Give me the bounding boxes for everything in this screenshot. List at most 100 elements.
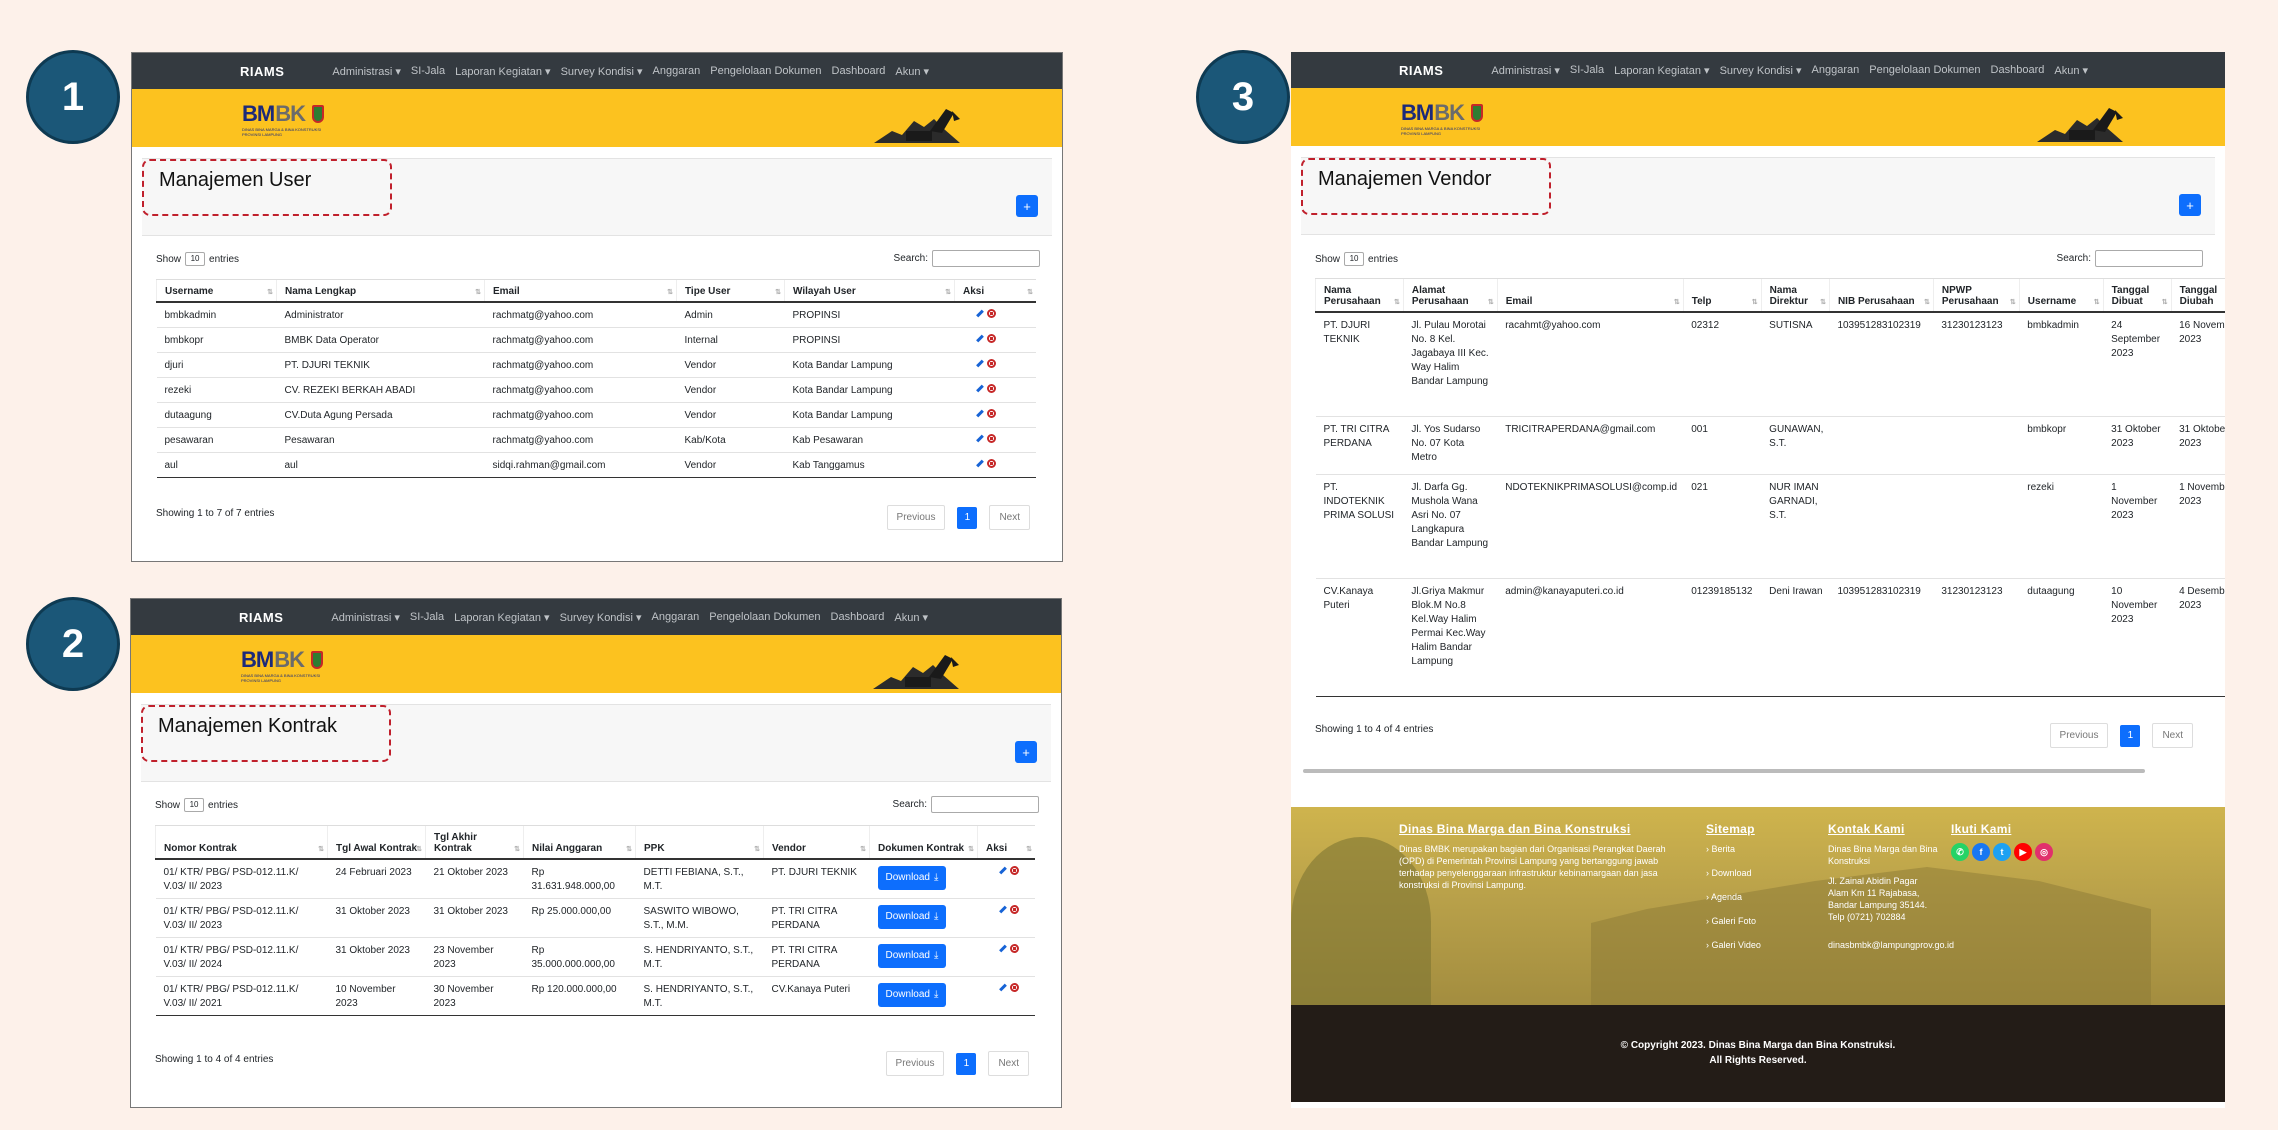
col-dokumen-kontrak[interactable]: Dokumen Kontrak ⇅ — [869, 825, 978, 860]
next-button[interactable]: Next — [989, 505, 1030, 530]
nav-administrasi[interactable]: Administrasi ▾ — [332, 65, 400, 78]
nav-dashboard[interactable]: Dashboard — [832, 65, 886, 77]
delete-icon[interactable] — [1009, 944, 1019, 953]
nav-si-jala[interactable]: SI-Jala — [410, 611, 444, 623]
nav-brand[interactable]: RIAMS — [240, 64, 284, 79]
nav-si-jala[interactable]: SI-Jala — [1570, 64, 1604, 76]
nav-akun[interactable]: Akun ▾ — [895, 65, 929, 78]
nav-laporan-kegiatan[interactable]: Laporan Kegiatan ▾ — [1614, 64, 1709, 77]
instagram-icon[interactable]: ◎ — [2035, 843, 2053, 861]
sitemap-link-galeri-video[interactable]: › Galeri Video — [1706, 939, 1806, 951]
col-alamat-perusahaan[interactable]: Alamat Perusahaan ⇅ — [1402, 278, 1498, 313]
nav-pengelolaan-dokumen[interactable]: Pengelolaan Dokumen — [709, 611, 820, 623]
sitemap-link-agenda[interactable]: › Agenda — [1706, 891, 1806, 903]
entries-select[interactable]: 10 — [185, 252, 206, 266]
sitemap-link-galeri-foto[interactable]: › Galeri Foto — [1706, 915, 1806, 927]
edit-icon[interactable] — [975, 434, 984, 443]
download-button[interactable]: Download ⤓ — [877, 905, 947, 929]
nav-dashboard[interactable]: Dashboard — [831, 611, 885, 623]
edit-icon[interactable] — [975, 359, 984, 368]
col-username[interactable]: Username ⇅ — [156, 279, 277, 303]
vendor-table-scroll[interactable]: Nama Perusahaan ⇅ Alamat Perusahaan ⇅ Emai… — [1315, 278, 2225, 764]
delete-icon[interactable] — [986, 384, 996, 393]
nav-brand[interactable]: RIAMS — [1399, 63, 1443, 78]
download-button[interactable]: Download ⤓ — [877, 944, 947, 968]
col-nama-perusahaan[interactable]: Nama Perusahaan ⇅ — [1315, 278, 1404, 313]
edit-icon[interactable] — [998, 866, 1007, 875]
edit-icon[interactable] — [975, 409, 984, 418]
previous-button[interactable]: Previous — [885, 1051, 945, 1076]
youtube-icon[interactable]: ▶ — [2014, 843, 2032, 861]
sitemap-link-berita[interactable]: › Berita — [1706, 843, 1806, 855]
edit-icon[interactable] — [975, 309, 984, 318]
col-tipe-user[interactable]: Tipe User ⇅ — [676, 279, 785, 303]
edit-icon[interactable] — [998, 983, 1007, 992]
delete-icon[interactable] — [1009, 905, 1019, 914]
nav-brand[interactable]: RIAMS — [239, 610, 283, 625]
add-user-button[interactable]: + — [1016, 195, 1038, 217]
delete-icon[interactable] — [986, 459, 996, 468]
entries-select[interactable]: 10 — [184, 798, 205, 812]
nav-anggaran[interactable]: Anggaran — [1812, 64, 1860, 76]
facebook-icon[interactable]: f — [1972, 843, 1990, 861]
nav-dashboard[interactable]: Dashboard — [1991, 64, 2045, 76]
col-nama-lengkap[interactable]: Nama Lengkap ⇅ — [276, 279, 485, 303]
previous-button[interactable]: Previous — [2049, 723, 2109, 748]
nav-survey-kondisi[interactable]: Survey Kondisi ▾ — [560, 611, 642, 624]
col-tgl-awal[interactable]: Tgl Awal Kontrak ⇅ — [327, 825, 426, 860]
horizontal-scrollbar[interactable] — [1303, 769, 2145, 773]
download-button[interactable]: Download ⤓ — [877, 866, 947, 890]
edit-icon[interactable] — [975, 384, 984, 393]
page-1-button[interactable]: 1 — [956, 1052, 977, 1075]
next-button[interactable]: Next — [2152, 723, 2193, 748]
col-username[interactable]: Username ⇅ — [2018, 278, 2104, 313]
delete-icon[interactable] — [1009, 866, 1019, 875]
nav-anggaran[interactable]: Anggaran — [653, 65, 701, 77]
whatsapp-icon[interactable]: ✆ — [1951, 843, 1969, 861]
col-nilai-anggaran[interactable]: Nilai Anggaran ⇅ — [523, 825, 636, 860]
page-1-button[interactable]: 1 — [2120, 724, 2141, 747]
col-tanggal-dibuat[interactable]: Tanggal Dibuat ⇅ — [2102, 278, 2172, 313]
sitemap-link-download[interactable]: › Download — [1706, 867, 1806, 879]
nav-si-jala[interactable]: SI-Jala — [411, 65, 445, 77]
col-npwp-perusahaan[interactable]: NPWP Perusahaan ⇅ — [1932, 278, 2020, 313]
nav-pengelolaan-dokumen[interactable]: Pengelolaan Dokumen — [710, 65, 821, 77]
col-nib-perusahaan[interactable]: NIB Perusahaan ⇅ — [1828, 278, 1934, 313]
col-vendor[interactable]: Vendor ⇅ — [763, 825, 870, 860]
entries-select[interactable]: 10 — [1344, 252, 1365, 266]
nav-administrasi[interactable]: Administrasi ▾ — [1491, 64, 1559, 77]
delete-icon[interactable] — [986, 409, 996, 418]
download-button[interactable]: Download ⤓ — [877, 983, 947, 1007]
delete-icon[interactable] — [1009, 983, 1019, 992]
col-tgl-akhir[interactable]: Tgl Akhir Kontrak ⇅ — [425, 825, 524, 860]
search-input[interactable] — [931, 796, 1039, 813]
col-ppk[interactable]: PPK ⇅ — [635, 825, 764, 860]
delete-icon[interactable] — [986, 309, 996, 318]
nav-pengelolaan-dokumen[interactable]: Pengelolaan Dokumen — [1869, 64, 1980, 76]
nav-akun[interactable]: Akun ▾ — [2054, 64, 2088, 77]
previous-button[interactable]: Previous — [886, 505, 946, 530]
col-telp[interactable]: Telp ⇅ — [1682, 278, 1762, 313]
col-aksi[interactable]: Aksi ⇅ — [954, 279, 1036, 303]
search-input[interactable] — [932, 250, 1040, 267]
col-email[interactable]: Email ⇅ — [484, 279, 677, 303]
edit-icon[interactable] — [998, 944, 1007, 953]
edit-icon[interactable] — [975, 334, 984, 343]
search-input[interactable] — [2095, 250, 2203, 267]
nav-akun[interactable]: Akun ▾ — [894, 611, 928, 624]
delete-icon[interactable] — [986, 434, 996, 443]
col-email[interactable]: Email ⇅ — [1496, 278, 1684, 313]
add-contract-button[interactable]: + — [1015, 741, 1037, 763]
col-nomor-kontrak[interactable]: Nomor Kontrak ⇅ — [155, 825, 328, 860]
nav-administrasi[interactable]: Administrasi ▾ — [331, 611, 399, 624]
delete-icon[interactable] — [986, 359, 996, 368]
col-aksi[interactable]: Aksi ⇅ — [977, 825, 1035, 860]
delete-icon[interactable] — [986, 334, 996, 343]
next-button[interactable]: Next — [988, 1051, 1029, 1076]
add-vendor-button[interactable]: + — [2179, 194, 2201, 216]
nav-laporan-kegiatan[interactable]: Laporan Kegiatan ▾ — [455, 65, 550, 78]
edit-icon[interactable] — [975, 459, 984, 468]
col-tanggal-diubah[interactable]: Tanggal Diubah⇅ — [2170, 278, 2225, 313]
page-1-button[interactable]: 1 — [957, 506, 978, 529]
contact-email[interactable]: dinasbmbk@lampungprov.go.id — [1828, 939, 1954, 951]
